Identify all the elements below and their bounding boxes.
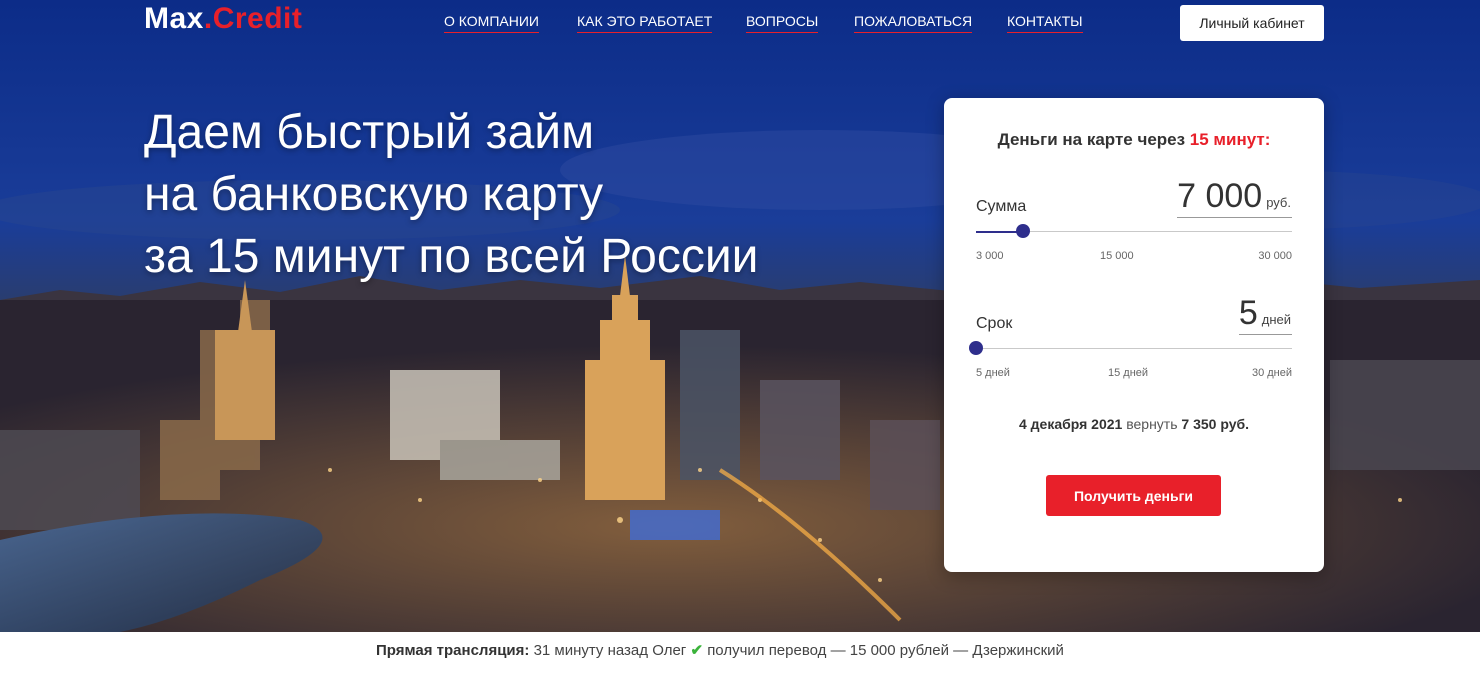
- amount-tick-max: 30 000: [1258, 250, 1292, 262]
- nav-questions[interactable]: ВОПРОСЫ: [746, 13, 819, 33]
- amount-value-field[interactable]: 7 000 руб.: [1177, 177, 1292, 218]
- repayment-summary: 4 декабря 2021 вернуть 7 350 руб.: [944, 416, 1324, 432]
- loan-calculator-card: Деньги на карте через 15 минут: Сумма 7 …: [944, 98, 1324, 572]
- amount-label: Сумма: [976, 198, 1027, 215]
- nav-how-it-works[interactable]: КАК ЭТО РАБОТАЕТ: [577, 13, 713, 33]
- term-tick-max: 30 дней: [1251, 367, 1292, 379]
- amount-tick-mid: 15 000: [1100, 250, 1134, 262]
- amount-slider-handle[interactable]: [1015, 224, 1030, 238]
- headline-line-3: за 15 минут по всей России: [144, 230, 759, 283]
- live-feed-text: Прямая трансляция: 31 минуту назад Олег …: [376, 641, 1064, 659]
- hero-section: Max.Credit О КОМПАНИИ КАК ЭТО РАБОТАЕТ В…: [0, 0, 1480, 632]
- amount-value: 7 000: [1177, 177, 1263, 215]
- hero-headline: Даем быстрый займ на банковскую карту за…: [144, 102, 758, 288]
- amount-unit: руб.: [1266, 195, 1291, 210]
- term-unit: дней: [1261, 312, 1291, 327]
- checkmark-icon: ✔: [690, 642, 704, 659]
- term-value-field[interactable]: 5 дней: [1238, 294, 1292, 335]
- term-label: Срок: [976, 315, 1013, 332]
- live-feed-part1: 31 минуту назад Олег: [533, 642, 687, 659]
- nav-complain[interactable]: ПОЖАЛОВАТЬСЯ: [854, 13, 973, 33]
- term-tick-min: 5 дней: [976, 367, 1010, 379]
- brand-logo[interactable]: Max.Credit: [144, 2, 302, 36]
- personal-cabinet-button[interactable]: Личный кабинет: [1180, 5, 1324, 41]
- repayment-date: 4 декабря 2021: [1018, 416, 1123, 432]
- live-feed-bar: Прямая трансляция: 31 минуту назад Олег …: [0, 632, 1480, 684]
- amount-slider[interactable]: [976, 224, 1292, 238]
- live-feed-label: Прямая трансляция:: [376, 642, 530, 659]
- headline-line-2: на банковскую карту: [144, 168, 604, 221]
- nav-contacts[interactable]: КОНТАКТЫ: [1007, 13, 1083, 33]
- term-slider[interactable]: [969, 341, 1292, 355]
- term-tick-mid: 15 дней: [1108, 367, 1149, 379]
- term-value: 5: [1238, 294, 1258, 332]
- nav-about[interactable]: О КОМПАНИИ: [444, 13, 539, 33]
- term-slider-handle[interactable]: [969, 341, 983, 355]
- amount-tick-min: 3 000: [976, 250, 1004, 262]
- calculator-title: Деньги на карте через 15 минут:: [997, 130, 1271, 149]
- repayment-amount: 7 350 руб.: [1181, 416, 1250, 432]
- headline-line-1: Даем быстрый займ: [144, 106, 595, 159]
- live-feed-part2: получил перевод — 15 000 рублей — Дзержи…: [707, 642, 1064, 659]
- get-money-button[interactable]: Получить деньги: [1046, 475, 1221, 516]
- repayment-mid-text: вернуть: [1126, 416, 1178, 432]
